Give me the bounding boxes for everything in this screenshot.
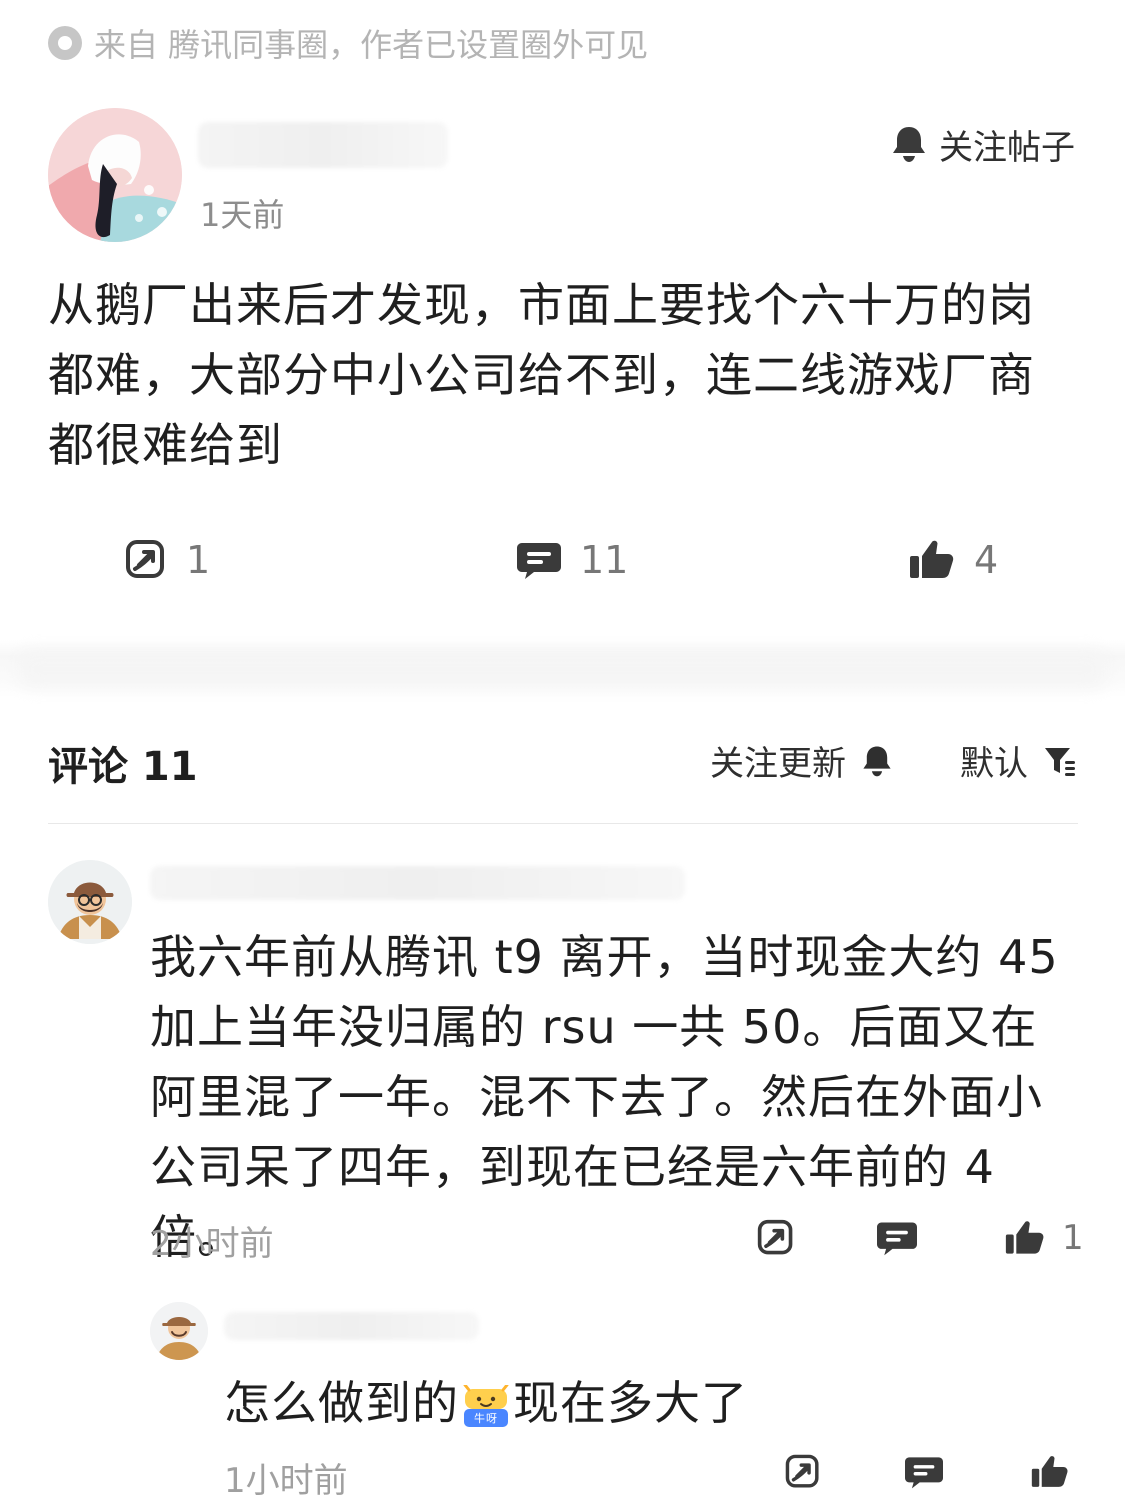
niu-ya-emoji-icon: 牛呀	[461, 1382, 511, 1428]
comment-like-count: 1	[1062, 1218, 1084, 1258]
post-author-avatar[interactable]	[48, 108, 182, 242]
share-icon	[757, 1219, 793, 1255]
comments-title: 评论 11	[48, 744, 198, 790]
bell-icon	[893, 127, 925, 162]
comment-like-button[interactable]: 1	[1004, 1218, 1084, 1258]
like-count: 4	[974, 538, 999, 582]
post-avatar-illustration	[48, 108, 182, 242]
reply-time: 1小时前	[224, 1461, 348, 1501]
follow-post-label: 关注帖子	[939, 127, 1075, 168]
follow-post-button[interactable]: 关注帖子	[889, 120, 1075, 168]
share-button[interactable]: 1	[124, 530, 210, 590]
post-author-name-blurred	[198, 122, 448, 168]
sort-default-button[interactable]: 默认	[960, 736, 1078, 785]
post-body-text: 从鹅厂出来后才发现，市面上要找个六十万的岗都难，大部分中小公司给不到，连二线游戏…	[48, 278, 1035, 472]
thumbs-up-icon	[910, 540, 954, 578]
blurred-separator	[0, 640, 1125, 698]
comment-count: 11	[580, 538, 629, 582]
share-icon	[785, 1454, 819, 1488]
post-time: 1天前	[200, 196, 285, 234]
comment-icon	[905, 1457, 943, 1489]
reply-body: 怎么做到的 牛呀 现在多大了	[224, 1370, 748, 1436]
filter-icon	[1045, 747, 1075, 776]
comments-header: 评论 11 关注更新 默认	[48, 734, 1078, 790]
comment-button[interactable]: 11	[516, 530, 628, 590]
follow-updates-button[interactable]: 关注更新	[710, 736, 894, 785]
comments-divider	[48, 823, 1078, 824]
reply-share-button[interactable]	[784, 1453, 822, 1495]
follow-updates-label: 关注更新	[710, 744, 846, 784]
comment-time: 2小时前	[150, 1224, 274, 1264]
thumbs-up-icon	[1031, 1456, 1068, 1487]
niu-ya-emoji-label: 牛呀	[474, 1411, 498, 1425]
reply-meta: 1小时前	[224, 1453, 1084, 1501]
comment-author-avatar[interactable]	[48, 860, 132, 944]
reply-author-avatar[interactable]	[150, 1302, 208, 1360]
reply-reply-button[interactable]	[904, 1453, 944, 1495]
share-count: 1	[186, 538, 211, 582]
like-button[interactable]: 4	[908, 530, 998, 590]
comment-reply-button[interactable]	[876, 1218, 918, 1258]
source-line: 来自 腾讯同事圈，作者已设置圈外可见	[48, 20, 648, 66]
comment-icon	[517, 543, 561, 579]
reply-avatar-illustration	[150, 1302, 208, 1360]
comment-icon	[877, 1222, 917, 1256]
source-label: 来自 腾讯同事圈，作者已设置圈外可见	[94, 26, 649, 64]
comment-meta: 2小时前 1	[150, 1216, 1084, 1270]
reply-text-after: 现在多大了	[513, 1376, 748, 1430]
reply-text-before: 怎么做到的	[224, 1376, 459, 1430]
post-actions: 1 11 4	[0, 530, 1125, 590]
reply-author-name-blurred	[224, 1312, 479, 1340]
reply-like-button[interactable]	[1030, 1453, 1070, 1495]
comment-share-button[interactable]	[756, 1218, 796, 1258]
comment-author-name-blurred	[150, 866, 685, 900]
sort-default-label: 默认	[960, 744, 1028, 784]
comment-avatar-illustration	[48, 860, 132, 944]
share-icon	[126, 540, 164, 578]
bell-icon	[863, 746, 891, 776]
thumbs-up-icon	[1005, 1221, 1044, 1254]
location-dot-icon	[48, 26, 82, 60]
